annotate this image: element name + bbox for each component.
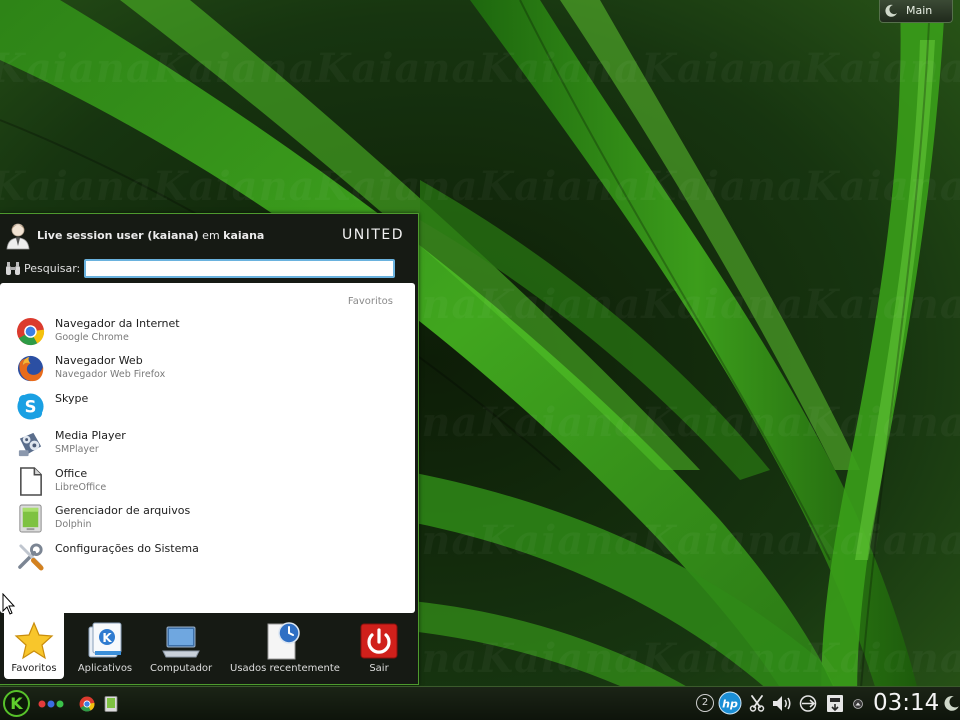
power-icon (360, 623, 398, 659)
firefox-icon (17, 355, 44, 382)
kaiana-k-icon[interactable]: K (3, 690, 30, 717)
tray-expand-icon[interactable] (853, 699, 863, 709)
clock[interactable]: 03:14 (873, 690, 939, 716)
favorite-desc: Navegador Web Firefox (55, 369, 166, 380)
favorite-item-office[interactable]: Office LibreOffice (0, 464, 415, 501)
computer-icon (162, 626, 200, 658)
tab-label: Usados recentemente (230, 663, 340, 674)
favorite-item-file-manager[interactable]: Gerenciador de arquivos Dolphin (0, 501, 415, 538)
notification-counter[interactable]: 2 (696, 694, 714, 712)
moon-icon (885, 4, 897, 17)
moon-icon[interactable] (944, 695, 960, 711)
section-title: Favoritos (347, 296, 393, 307)
tab-label: Sair (369, 663, 389, 674)
smplayer-icon (18, 432, 42, 457)
svg-text:hp: hp (722, 698, 738, 711)
favorite-name: Skype (55, 392, 89, 405)
favorite-item-firefox[interactable]: Navegador Web Navegador Web Firefox (0, 351, 415, 388)
binoculars-icon (6, 262, 20, 275)
favorite-desc: SMPlayer (55, 444, 99, 455)
recent-documents-icon (267, 622, 300, 660)
hostname-display: UNITED (341, 227, 404, 243)
tab-favorites[interactable]: Favoritos (4, 613, 64, 679)
favorite-name: Gerenciador de arquivos (55, 504, 191, 517)
star-icon (14, 621, 54, 660)
file-manager-icon[interactable] (104, 696, 118, 712)
mouse-cursor (2, 593, 16, 615)
activity-label: Main (906, 4, 933, 17)
search-input[interactable] (84, 259, 395, 278)
favorite-desc: Google Chrome (55, 332, 129, 343)
favorite-desc: LibreOffice (55, 482, 107, 493)
favorite-desc: Dolphin (55, 519, 92, 530)
favorite-name: Navegador da Internet (55, 317, 180, 330)
user-name: Live session user (kaiana) (37, 229, 199, 242)
tab-computer[interactable]: Computador (150, 613, 212, 679)
network-icon[interactable] (798, 695, 818, 712)
chrome-icon[interactable] (79, 696, 95, 712)
volume-icon[interactable] (772, 695, 792, 712)
favorite-item-skype[interactable]: S Skype (0, 389, 415, 426)
skype-icon: S (17, 393, 44, 420)
search-row: Pesquisar: (0, 256, 418, 282)
user-session-label: Live session user (kaiana) em kaiana (37, 229, 264, 242)
tab-label: Computador (150, 663, 213, 674)
user-connector: em (202, 229, 220, 242)
tab-label: Aplicativos (77, 663, 133, 674)
applications-icon: K (88, 622, 122, 658)
favorite-name: Media Player (55, 429, 126, 442)
svg-text:K: K (10, 694, 23, 713)
chrome-icon (16, 317, 45, 346)
favorite-name: Navegador Web (55, 354, 143, 367)
tab-label: Favoritos (11, 663, 57, 674)
launcher-tabs: Favoritos K Aplicativos Computador Usado… (0, 613, 418, 685)
hp-icon[interactable]: hp (718, 691, 742, 715)
tab-leave[interactable]: Sair (352, 613, 406, 679)
launcher-header: Live session user (kaiana) em kaiana UNI… (0, 214, 418, 256)
application-launcher: Live session user (kaiana) em kaiana UNI… (0, 213, 419, 685)
libreoffice-icon (20, 467, 42, 496)
favorite-item-chrome[interactable]: Navegador da Internet Google Chrome (0, 314, 415, 351)
host-name: kaiana (223, 229, 265, 242)
favorite-item-system-settings[interactable]: Configurações do Sistema (0, 539, 415, 576)
tab-recently-used[interactable]: Usados recentemente (230, 613, 340, 679)
favorite-name: Configurações do Sistema (55, 542, 199, 555)
user-avatar-icon (6, 223, 30, 250)
tab-applications[interactable]: K Aplicativos (72, 613, 138, 679)
favorite-name: Office (55, 467, 88, 480)
favorites-panel: Favoritos Navegador da Internet Google C… (0, 283, 415, 613)
wallpaper-watermark: KaianaKaianaKaianaKaianaKaianaKaianaKaia… (0, 163, 960, 210)
scissors-icon[interactable] (749, 695, 765, 712)
taskbar: K 2 hp 03:14 (0, 686, 960, 720)
dolphin-icon (19, 504, 42, 533)
activity-button[interactable]: Main (879, 0, 953, 23)
svg-text:S: S (25, 397, 37, 416)
activity-dots-icon[interactable] (37, 698, 67, 710)
wallpaper-watermark: KaianaKaianaKaianaKaianaKaianaKaianaKaia… (0, 45, 960, 92)
svg-text:K: K (102, 631, 112, 645)
search-label: Pesquisar: (24, 262, 81, 275)
system-settings-icon (18, 543, 44, 571)
favorite-item-media-player[interactable]: Media Player SMPlayer (0, 426, 415, 463)
device-notifier-icon[interactable] (826, 694, 844, 713)
